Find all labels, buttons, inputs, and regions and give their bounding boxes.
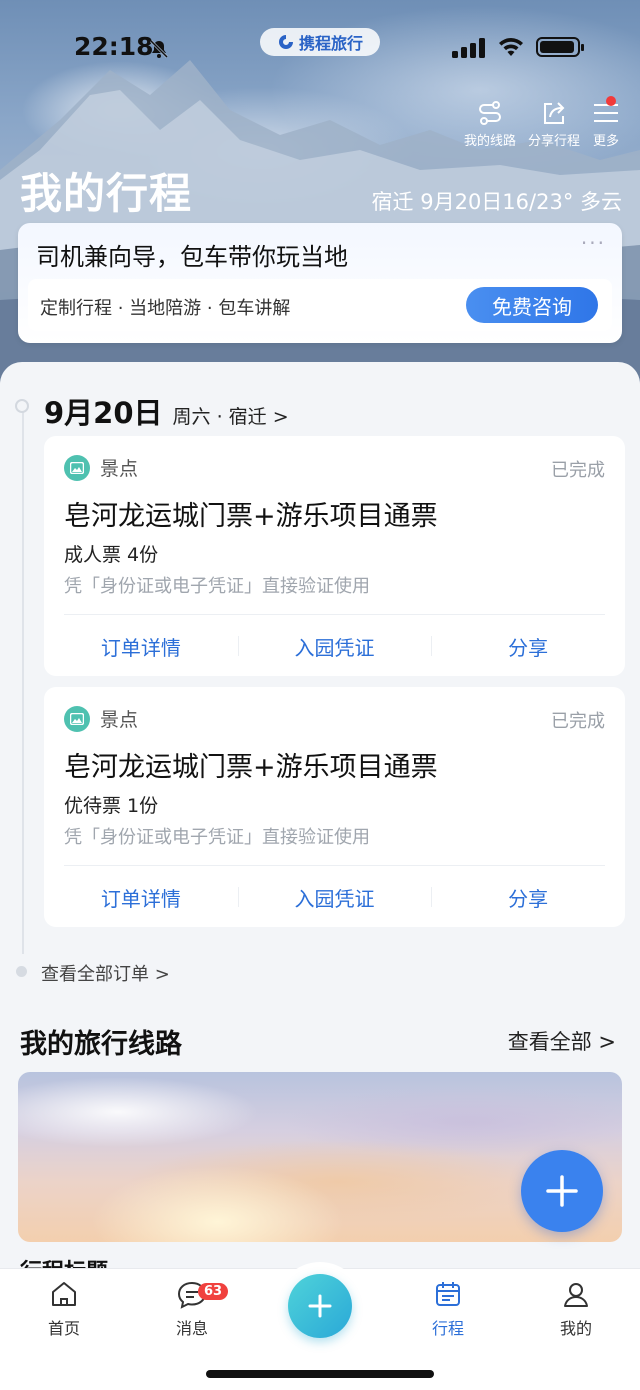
status-bar: 22:18 携程旅行 xyxy=(0,28,640,68)
brand-logo-icon xyxy=(278,35,293,49)
order-status: 已完成 xyxy=(551,711,605,732)
share-itinerary-button[interactable]: 分享行程 xyxy=(528,100,580,149)
brand-name: 携程旅行 xyxy=(298,34,363,53)
order-quantity: 优待票 1份 xyxy=(64,795,159,817)
add-route-fab[interactable] xyxy=(521,1150,603,1232)
day-detail: 周六 · 宿迁 > xyxy=(172,406,289,428)
my-routes-button[interactable]: 我的线路 xyxy=(464,100,516,149)
promo-more-button[interactable]: ··· xyxy=(581,231,606,255)
order-card[interactable]: 景点 已完成 皂河龙运城门票+游乐项目通票 优待票 1份 凭「身份证或电子凭证」… xyxy=(44,687,625,927)
divider xyxy=(64,865,605,866)
wifi-icon xyxy=(499,38,523,56)
plus-icon xyxy=(308,1294,332,1318)
weather-info[interactable]: 宿迁 9月20日16/23° 多云 xyxy=(372,186,622,216)
order-hint: 凭「身份证或电子凭证」直接验证使用 xyxy=(64,576,370,597)
divider xyxy=(64,614,605,615)
order-status: 已完成 xyxy=(551,460,605,481)
order-category-label: 景点 xyxy=(100,458,139,480)
message-count-badge: 63 xyxy=(198,1283,229,1300)
tab-messages[interactable]: 63 消息 xyxy=(142,1279,242,1339)
promo-title: 司机兼向导，包车带你玩当地 xyxy=(36,243,348,271)
tab-itinerary[interactable]: 行程 xyxy=(398,1279,498,1339)
promo-card[interactable]: 司机兼向导，包车带你玩当地 ··· 定制行程 · 当地陪游 · 包车讲解 免费咨… xyxy=(18,223,622,343)
page-title: 我的行程 xyxy=(20,169,193,218)
view-all-routes-link[interactable]: 查看全部 > xyxy=(508,1026,616,1056)
order-actions: 订单详情 入园凭证 分享 xyxy=(44,616,625,676)
tab-itinerary-label: 行程 xyxy=(431,1319,464,1338)
itinerary-icon xyxy=(436,1282,460,1306)
center-add-button[interactable] xyxy=(288,1274,352,1338)
order-hint: 凭「身份证或电子凭证」直接验证使用 xyxy=(64,827,370,848)
timeline-end-dot xyxy=(16,966,27,977)
day-date: 9月20日 xyxy=(44,396,163,430)
route-icon xyxy=(478,101,501,125)
attraction-icon xyxy=(64,705,90,732)
tab-home[interactable]: 首页 xyxy=(14,1279,114,1339)
share-icon xyxy=(543,102,565,124)
plus-icon xyxy=(546,1175,578,1207)
silent-bell-icon xyxy=(149,39,169,59)
share-order-button[interactable]: 分享 xyxy=(431,616,625,676)
order-actions: 订单详情 入园凭证 分享 xyxy=(44,867,625,927)
order-category-label: 景点 xyxy=(100,709,139,731)
tab-home-label: 首页 xyxy=(47,1319,80,1338)
order-details-button[interactable]: 订单详情 xyxy=(44,867,238,927)
more-button[interactable]: 更多 xyxy=(592,96,620,149)
home-indicator xyxy=(206,1370,434,1378)
tab-messages-label: 消息 xyxy=(175,1319,208,1338)
route-card-title: 行程标题 xyxy=(20,1254,108,1268)
day-header[interactable]: 9月20日 周六 · 宿迁 > xyxy=(44,390,289,432)
routes-section-title: 我的旅行线路 xyxy=(20,1029,182,1060)
view-all-orders-link[interactable]: 查看全部订单 > xyxy=(41,960,170,986)
more-label: 更多 xyxy=(592,134,619,149)
share-itinerary-label: 分享行程 xyxy=(527,134,580,149)
profile-icon xyxy=(564,1283,588,1307)
timeline-dot xyxy=(15,399,29,413)
status-time: 22:18 xyxy=(74,32,154,61)
tab-profile-label: 我的 xyxy=(559,1319,592,1338)
order-title: 皂河龙运城门票+游乐项目通票 xyxy=(64,752,438,783)
promo-subpanel: 定制行程 · 当地陪游 · 包车讲解 免费咨询 xyxy=(28,279,612,331)
entry-voucher-button[interactable]: 入园凭证 xyxy=(237,616,432,676)
timeline-line xyxy=(22,406,24,954)
battery-icon xyxy=(536,37,584,57)
order-category: 景点 xyxy=(64,705,138,732)
order-card[interactable]: 景点 已完成 皂河龙运城门票+游乐项目通票 成人票 4份 凭「身份证或电子凭证」… xyxy=(44,436,625,676)
signal-icon xyxy=(452,38,485,58)
order-quantity: 成人票 4份 xyxy=(64,544,159,566)
entry-voucher-button[interactable]: 入园凭证 xyxy=(237,867,432,927)
order-details-button[interactable]: 订单详情 xyxy=(44,616,238,676)
my-routes-label: 我的线路 xyxy=(463,134,516,149)
promo-subtitle: 定制行程 · 当地陪游 · 包车讲解 xyxy=(40,298,291,319)
free-consult-button[interactable]: 免费咨询 xyxy=(466,287,598,323)
itinerary-panel: 9月20日 周六 · 宿迁 > 景点 已完成 皂河龙运城门票+游乐项目通票 成人… xyxy=(0,362,640,1390)
notification-dot xyxy=(606,96,616,106)
home-icon xyxy=(52,1282,76,1306)
tab-profile[interactable]: 我的 xyxy=(526,1279,626,1339)
order-title: 皂河龙运城门票+游乐项目通票 xyxy=(64,501,438,532)
top-actions: 我的线路 分享行程 更多 xyxy=(464,96,620,149)
attraction-icon xyxy=(64,454,90,481)
brand-pill: 携程旅行 xyxy=(260,28,380,56)
share-order-button[interactable]: 分享 xyxy=(431,867,625,927)
order-category: 景点 xyxy=(64,454,138,481)
